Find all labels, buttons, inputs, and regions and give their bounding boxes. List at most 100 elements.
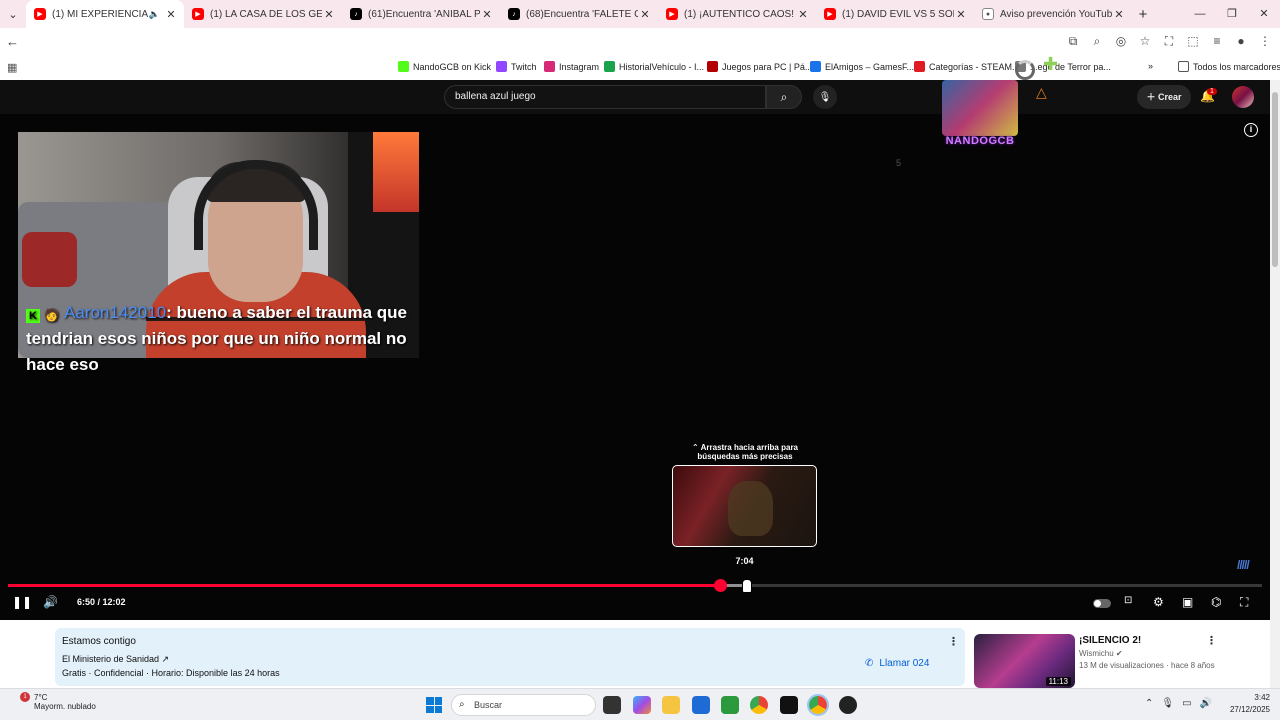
restore-icon[interactable]: ❐: [1216, 0, 1248, 28]
bookmark-item[interactable]: NandoGCB on Kick: [398, 61, 491, 72]
close-tab-icon[interactable]: ✕: [1112, 8, 1126, 21]
crisis-help-card: Estamos contigo El Ministerio de Sanidad…: [55, 628, 965, 686]
screenshot-icon[interactable]: ⛶: [1162, 34, 1176, 49]
help-card-more-icon[interactable]: ⋮: [948, 635, 959, 648]
file-explorer-icon[interactable]: [662, 696, 680, 714]
bookmark-item[interactable]: Categorías - STEAM...: [914, 61, 1020, 72]
info-icon[interactable]: i: [1244, 123, 1258, 137]
browser-tab[interactable]: ▶ (1) ¡AUTENTICO CAOS! 💥 PACC✕: [658, 0, 816, 28]
channel-watermark-icon[interactable]: /////: [1237, 558, 1250, 572]
install-app-icon[interactable]: ⧉: [1066, 34, 1080, 49]
autoplay-toggle-icon[interactable]: [1093, 599, 1111, 608]
zoom-icon[interactable]: ⌕: [1090, 34, 1104, 49]
chrome-active-icon[interactable]: [807, 694, 829, 716]
call-label: Llamar 024: [879, 658, 930, 669]
close-tab-icon[interactable]: ✕: [322, 8, 336, 21]
bookmark-label: Twitch: [511, 61, 537, 72]
progress-bar[interactable]: [8, 579, 1262, 592]
profile-icon[interactable]: ●: [1234, 34, 1248, 49]
subtitles-icon[interactable]: ⊡: [1124, 595, 1132, 606]
help-card-org-link[interactable]: El Ministerio de Sanidad ↗: [62, 654, 169, 665]
bookmark-label: Juegos para PC | Pá...: [722, 61, 813, 72]
related-video-meta: 13 M de visualizaciones · hace 8 años: [1079, 661, 1215, 670]
call-button[interactable]: ✆ Llamar 024: [865, 658, 929, 669]
tab-search-chevron-icon[interactable]: ⌄: [0, 0, 26, 28]
player-controls: ❚❚ 🔊 6:50 / 12:02 ⊡ ⚙ ▣ ⌬ ⛶: [0, 592, 1270, 614]
task-view-icon[interactable]: [603, 696, 621, 714]
video-player[interactable]: K 🧑 Aaron142010: bueno a saber el trauma q…: [0, 54, 1270, 620]
all-bookmarks[interactable]: Todos los marcadores: [1178, 61, 1280, 72]
menu-kebab-icon[interactable]: ⋮: [1258, 34, 1272, 49]
cast-icon[interactable]: ⌬: [1211, 595, 1221, 609]
browser-tab[interactable]: ▶ (1) LA CASA DE LOS GEMELOS✕: [184, 0, 342, 28]
extensions-icon[interactable]: ⬚: [1186, 34, 1200, 49]
volume-icon[interactable]: 🔊: [43, 595, 58, 609]
close-tab-icon[interactable]: ✕: [480, 8, 494, 21]
scrollbar-thumb[interactable]: [1272, 92, 1278, 267]
windows-start-icon[interactable]: [426, 697, 442, 713]
bookmark-item[interactable]: Juegos para PC | Pá...: [707, 61, 812, 72]
bookmark-item[interactable]: Instagram: [544, 61, 599, 72]
browser-tab[interactable]: ♪ (61)Encuentra 'ANIBAL PATICA'✕: [342, 0, 500, 28]
search-icon: ⌕: [780, 89, 788, 104]
search-input[interactable]: ballena azul juego: [444, 85, 766, 109]
bookmark-item[interactable]: Twitch: [496, 61, 537, 72]
tiktok-icon[interactable]: [780, 696, 798, 714]
chevron-up-icon[interactable]: ⌃: [1145, 698, 1153, 709]
speaker-icon[interactable]: 🔈: [149, 9, 160, 20]
weather-widget[interactable]: 7°C Mayorm. nublado: [12, 693, 96, 711]
streamer-logo-overlay: NANDOGCB: [936, 80, 1024, 152]
close-tab-icon[interactable]: ✕: [796, 8, 810, 21]
bookmark-label: Categorías - STEAM...: [929, 61, 1020, 72]
warning-triangle-icon: △: [1036, 84, 1047, 100]
pause-icon[interactable]: ❚❚: [12, 595, 32, 609]
tab-label: Aviso prevención YouTube: [1000, 8, 1112, 20]
xbox-app-icon[interactable]: [721, 696, 739, 714]
tab-label: (1) ¡AUTENTICO CAOS! 💥 PACC: [684, 8, 796, 20]
close-window-icon[interactable]: ✕: [1248, 0, 1280, 28]
apps-grid-icon[interactable]: ▦: [7, 61, 17, 74]
reading-list-icon[interactable]: ≡: [1210, 34, 1224, 49]
create-button[interactable]: ＋ Crear: [1137, 85, 1191, 109]
microphone-icon[interactable]: 🎙: [1161, 698, 1174, 709]
eye-off-icon[interactable]: ◎: [1114, 34, 1128, 49]
tab-label: (1) MI EXPERIENCIA JUGANDO: [52, 8, 149, 20]
copilot-icon[interactable]: [633, 696, 651, 714]
progress-scrubber[interactable]: [714, 579, 728, 592]
new-tab-button[interactable]: +: [1132, 6, 1154, 23]
related-video-title[interactable]: ¡SILENCIO 2!: [1079, 635, 1141, 646]
voice-search-button[interactable]: 🎙: [813, 85, 837, 109]
taskbar-search[interactable]: ⌕ Buscar: [451, 694, 596, 716]
minimize-icon[interactable]: —: [1184, 0, 1216, 28]
browser-tab[interactable]: ● Aviso prevención YouTube ✕: [974, 0, 1132, 28]
bookmark-item[interactable]: HistorialVehículo - I...: [604, 61, 704, 72]
obs-icon[interactable]: [839, 696, 857, 714]
fullscreen-icon[interactable]: ⛶: [1240, 595, 1248, 610]
youtube-icon: ▶: [666, 8, 678, 20]
chrome-icon[interactable]: [750, 696, 768, 714]
star-bookmark-icon[interactable]: ☆: [1138, 34, 1152, 49]
volume-icon[interactable]: 🔊: [1200, 698, 1212, 709]
browser-tab[interactable]: ♪ (68)Encuentra 'FALETE CON MA✕: [500, 0, 658, 28]
related-video-thumbnail[interactable]: 11:13: [974, 634, 1075, 688]
bookmark-item[interactable]: ElAmigos – GamesF...: [810, 61, 914, 72]
settings-gear-icon[interactable]: ⚙: [1153, 595, 1164, 609]
network-icon[interactable]: ▭: [1182, 698, 1191, 709]
related-video-more-icon[interactable]: ⋮: [1206, 634, 1217, 647]
miniplayer-icon[interactable]: ▣: [1182, 595, 1193, 609]
browser-tab[interactable]: ▶ (1) MI EXPERIENCIA JUGANDO🔈 ✕: [26, 0, 184, 28]
more-bookmarks-icon[interactable]: »: [1148, 61, 1153, 71]
clock[interactable]: 3:42 27/12/2025: [1230, 692, 1270, 716]
close-tab-icon[interactable]: ✕: [164, 8, 178, 21]
related-video-channel[interactable]: Wismichu ✔: [1079, 649, 1123, 658]
overlay-number: 5: [896, 158, 902, 168]
clock-date: 27/12/2025: [1229, 705, 1270, 714]
back-arrow-icon[interactable]: ←: [6, 34, 19, 49]
page-scrollbar[interactable]: [1270, 80, 1280, 688]
close-tab-icon[interactable]: ✕: [638, 8, 652, 21]
browser-tab[interactable]: ▶ (1) DAVID EVIL VS 5 SOLTERAS✕: [816, 0, 974, 28]
close-tab-icon[interactable]: ✕: [954, 8, 968, 21]
search-button[interactable]: ⌕: [766, 85, 802, 109]
avatar[interactable]: [1232, 86, 1254, 108]
store-icon[interactable]: [692, 696, 710, 714]
